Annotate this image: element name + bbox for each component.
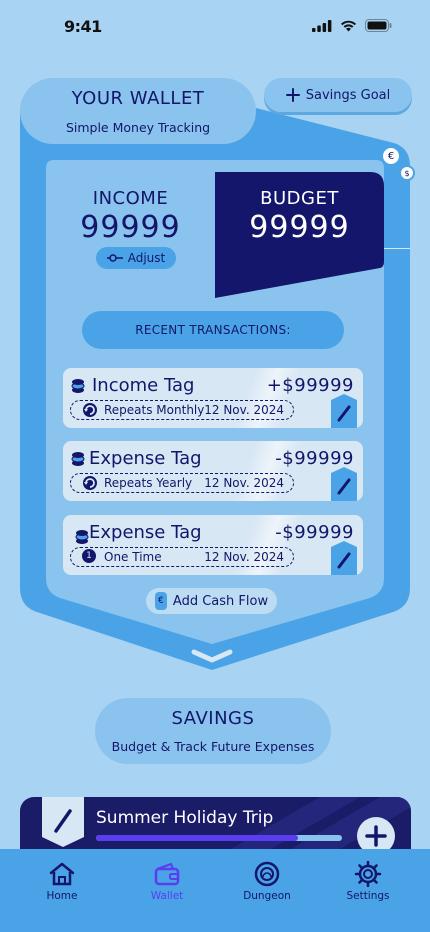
transaction-repeat: Repeats Monthly 12 Nov. 2024 bbox=[70, 400, 294, 420]
transaction-amount: -$99999 bbox=[275, 448, 354, 469]
savings-subtitle: Budget & Track Future Expenses bbox=[111, 739, 315, 754]
transaction-repeat-label: One Time bbox=[104, 550, 162, 564]
coin-dollar-icon: $ bbox=[399, 165, 415, 181]
coin-stack-icon bbox=[75, 530, 89, 544]
status-time: 9:41 bbox=[64, 17, 102, 36]
transaction-item[interactable]: Income Tag +$99999 Repeats Monthly 12 No… bbox=[63, 368, 363, 428]
dungeon-icon bbox=[254, 861, 280, 887]
nav-settings-label: Settings bbox=[346, 890, 390, 902]
savings-goal-button[interactable]: Savings Goal bbox=[264, 78, 412, 112]
transaction-repeat-label: Repeats Yearly bbox=[104, 476, 193, 490]
budget-card: BUDGET 99999 bbox=[215, 172, 384, 298]
cash-icon-text: € bbox=[158, 596, 164, 606]
adjust-label: Adjust bbox=[127, 251, 166, 265]
plus-icon bbox=[365, 825, 387, 847]
adjust-button[interactable]: Adjust bbox=[96, 247, 176, 269]
coin-stack-icon bbox=[71, 452, 85, 466]
edit-pencil-icon[interactable] bbox=[331, 394, 357, 428]
transaction-repeat: 1 One Time 12 Nov. 2024 bbox=[70, 547, 294, 567]
coin-stack-icon bbox=[71, 379, 85, 393]
slider-adjust-icon bbox=[106, 254, 123, 262]
recent-transactions-header: RECENT TRANSACTIONS: bbox=[82, 311, 344, 349]
nav-wallet-label: Wallet bbox=[150, 890, 184, 902]
nav-settings[interactable]: Settings bbox=[328, 861, 408, 902]
wallet-subtitle: Simple Money Tracking bbox=[65, 120, 211, 135]
trip-progress-fill bbox=[96, 835, 298, 841]
income-label: INCOME bbox=[92, 188, 169, 209]
transaction-item[interactable]: Expense Tag -$99999 Repeats Yearly 12 No… bbox=[63, 441, 363, 501]
transaction-repeat: Repeats Yearly 12 Nov. 2024 bbox=[70, 473, 294, 493]
transaction-repeat-label: Repeats Monthly bbox=[104, 403, 205, 417]
transaction-date: 12 Nov. 2024 bbox=[204, 403, 284, 417]
coin-euro-icon: € bbox=[381, 146, 401, 166]
wifi-icon bbox=[341, 20, 356, 31]
savings-goal-label: Savings Goal bbox=[305, 87, 391, 103]
budget-label: BUDGET bbox=[260, 188, 339, 209]
income-card: INCOME 99999 Adjust bbox=[46, 172, 215, 298]
divider-line bbox=[384, 248, 410, 249]
budget-value: 99999 bbox=[249, 210, 350, 245]
savings-card[interactable]: SAVINGS Budget & Track Future Expenses bbox=[95, 698, 331, 764]
battery-icon bbox=[365, 19, 392, 32]
repeat-icon bbox=[83, 403, 97, 417]
cellular-signal-icon bbox=[312, 19, 332, 32]
coin-euro-symbol: € bbox=[387, 150, 395, 162]
transaction-amount: +$99999 bbox=[266, 375, 354, 396]
transaction-date: 12 Nov. 2024 bbox=[204, 476, 284, 490]
add-cash-flow-button[interactable]: € Add Cash Flow bbox=[146, 588, 277, 614]
trip-pencil-icon bbox=[42, 797, 84, 847]
wallet-header: YOUR WALLET Simple Money Tracking bbox=[20, 78, 256, 144]
gear-icon bbox=[354, 861, 382, 887]
wallet-title: YOUR WALLET bbox=[71, 88, 205, 109]
chevron-down-icon[interactable] bbox=[190, 646, 234, 666]
nav-wallet[interactable]: Wallet bbox=[127, 861, 207, 902]
income-value: 99999 bbox=[80, 210, 181, 245]
savings-title: SAVINGS bbox=[171, 708, 255, 729]
trip-title: Summer Holiday Trip bbox=[96, 808, 274, 828]
status-icons bbox=[312, 19, 392, 32]
transaction-title: Expense Tag bbox=[89, 522, 202, 543]
home-icon bbox=[49, 862, 75, 886]
trip-progress-bar bbox=[96, 835, 342, 841]
edit-pencil-icon[interactable] bbox=[331, 467, 357, 501]
plus-icon bbox=[285, 88, 300, 102]
one-time-icon-text: 1 bbox=[86, 551, 92, 561]
recent-transactions-label: RECENT TRANSACTIONS: bbox=[135, 323, 291, 337]
transaction-date: 12 Nov. 2024 bbox=[204, 550, 284, 564]
add-cash-flow-label: Add Cash Flow bbox=[172, 593, 269, 609]
transaction-title: Income Tag bbox=[92, 375, 195, 396]
coin-dollar-symbol: $ bbox=[404, 168, 410, 178]
repeat-icon bbox=[83, 476, 97, 490]
nav-home[interactable]: Home bbox=[22, 861, 102, 902]
wallet-icon bbox=[154, 862, 180, 886]
bottom-navigation: Home Wallet Dungeon Settings bbox=[0, 849, 430, 932]
nav-home-label: Home bbox=[46, 890, 78, 902]
one-time-icon: 1 bbox=[82, 549, 96, 563]
transaction-item[interactable]: Expense Tag -$99999 1 One Time 12 Nov. 2… bbox=[63, 515, 363, 575]
cash-icon: € bbox=[154, 592, 167, 610]
nav-dungeon-label: Dungeon bbox=[243, 890, 291, 902]
edit-pencil-icon[interactable] bbox=[331, 541, 357, 575]
transaction-title: Expense Tag bbox=[89, 448, 202, 469]
nav-dungeon[interactable]: Dungeon bbox=[227, 861, 307, 902]
transaction-amount: -$99999 bbox=[275, 522, 354, 543]
